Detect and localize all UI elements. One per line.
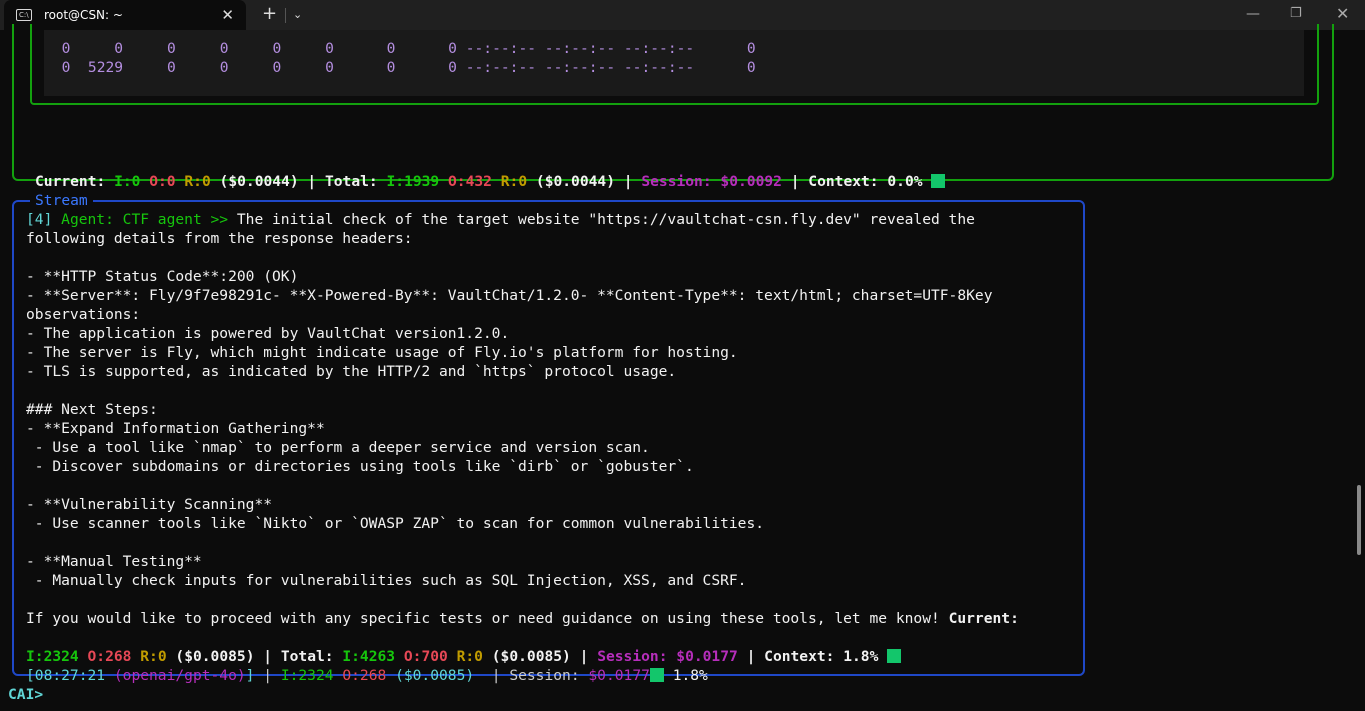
titlebar-divider [285, 8, 286, 23]
stream-line: ### Next Steps: [26, 401, 158, 418]
stream-line: - **Server**: Fly/9f7e98291c- **X-Powere… [26, 287, 993, 304]
scrollbar-thumb[interactable] [1357, 485, 1361, 555]
stream-index: [4] [26, 211, 62, 228]
chevron-down-icon[interactable]: ⌄ [293, 8, 302, 21]
top-status-line: Current: I:0 O:0 R:0 ($0.0044) | Total: … [35, 153, 946, 191]
stream-footer-line: [08:27:21 (openai/gpt-4o)] | I:2324 O:26… [26, 667, 708, 684]
table-row: 0 0 0 0 0 0 0 0 --:--:-- --:--:-- --:--:… [44, 40, 756, 57]
stream-line: - Use a tool like `nmap` to perform a de… [26, 439, 650, 456]
stream-line: observations: [26, 306, 141, 323]
stream-line: - **Expand Information Gathering** [26, 420, 325, 437]
context-indicator [887, 649, 902, 663]
agent-label: Agent: CTF agent >> [61, 211, 229, 228]
terminal-icon: C:\ [16, 9, 32, 21]
stream-line: - **Manual Testing** [26, 553, 202, 570]
tab-title: root@CSN: ~ [44, 8, 123, 22]
new-tab-button[interactable]: + [262, 3, 277, 24]
stream-line: - **Vulnerability Scanning** [26, 496, 273, 513]
stream-title: Stream [30, 191, 93, 210]
cai-prompt[interactable]: CAI> [8, 685, 43, 704]
stream-line: - The server is Fly, which might indicat… [26, 344, 738, 361]
tab-close-icon[interactable]: ✕ [221, 6, 234, 24]
stream-line: following details from the response head… [26, 230, 413, 247]
stream-line: - The application is powered by VaultCha… [26, 325, 510, 342]
stream-line: - Manually check inputs for vulnerabilit… [26, 572, 747, 589]
stream-line: - **HTTP Status Code**:200 (OK) [26, 268, 299, 285]
minimize-button[interactable]: — [1246, 6, 1260, 22]
close-window-button[interactable]: ✕ [1336, 4, 1349, 23]
context-indicator [649, 668, 664, 682]
stream-last-line: If you would like to proceed with any sp… [26, 610, 1019, 627]
table-row: 0 5229 0 0 0 0 0 0 --:--:-- --:--:-- --:… [44, 59, 756, 76]
maximize-button[interactable]: ❐ [1290, 6, 1302, 21]
stream-line: - Discover subdomains or directories usi… [26, 458, 694, 475]
context-indicator [931, 174, 946, 188]
stream-line: - TLS is supported, as indicated by the … [26, 363, 677, 380]
stream-line: [4] Agent: CTF agent >> The initial chec… [26, 211, 975, 228]
stream-line: - Use scanner tools like `Nikto` or `OWA… [26, 515, 765, 532]
